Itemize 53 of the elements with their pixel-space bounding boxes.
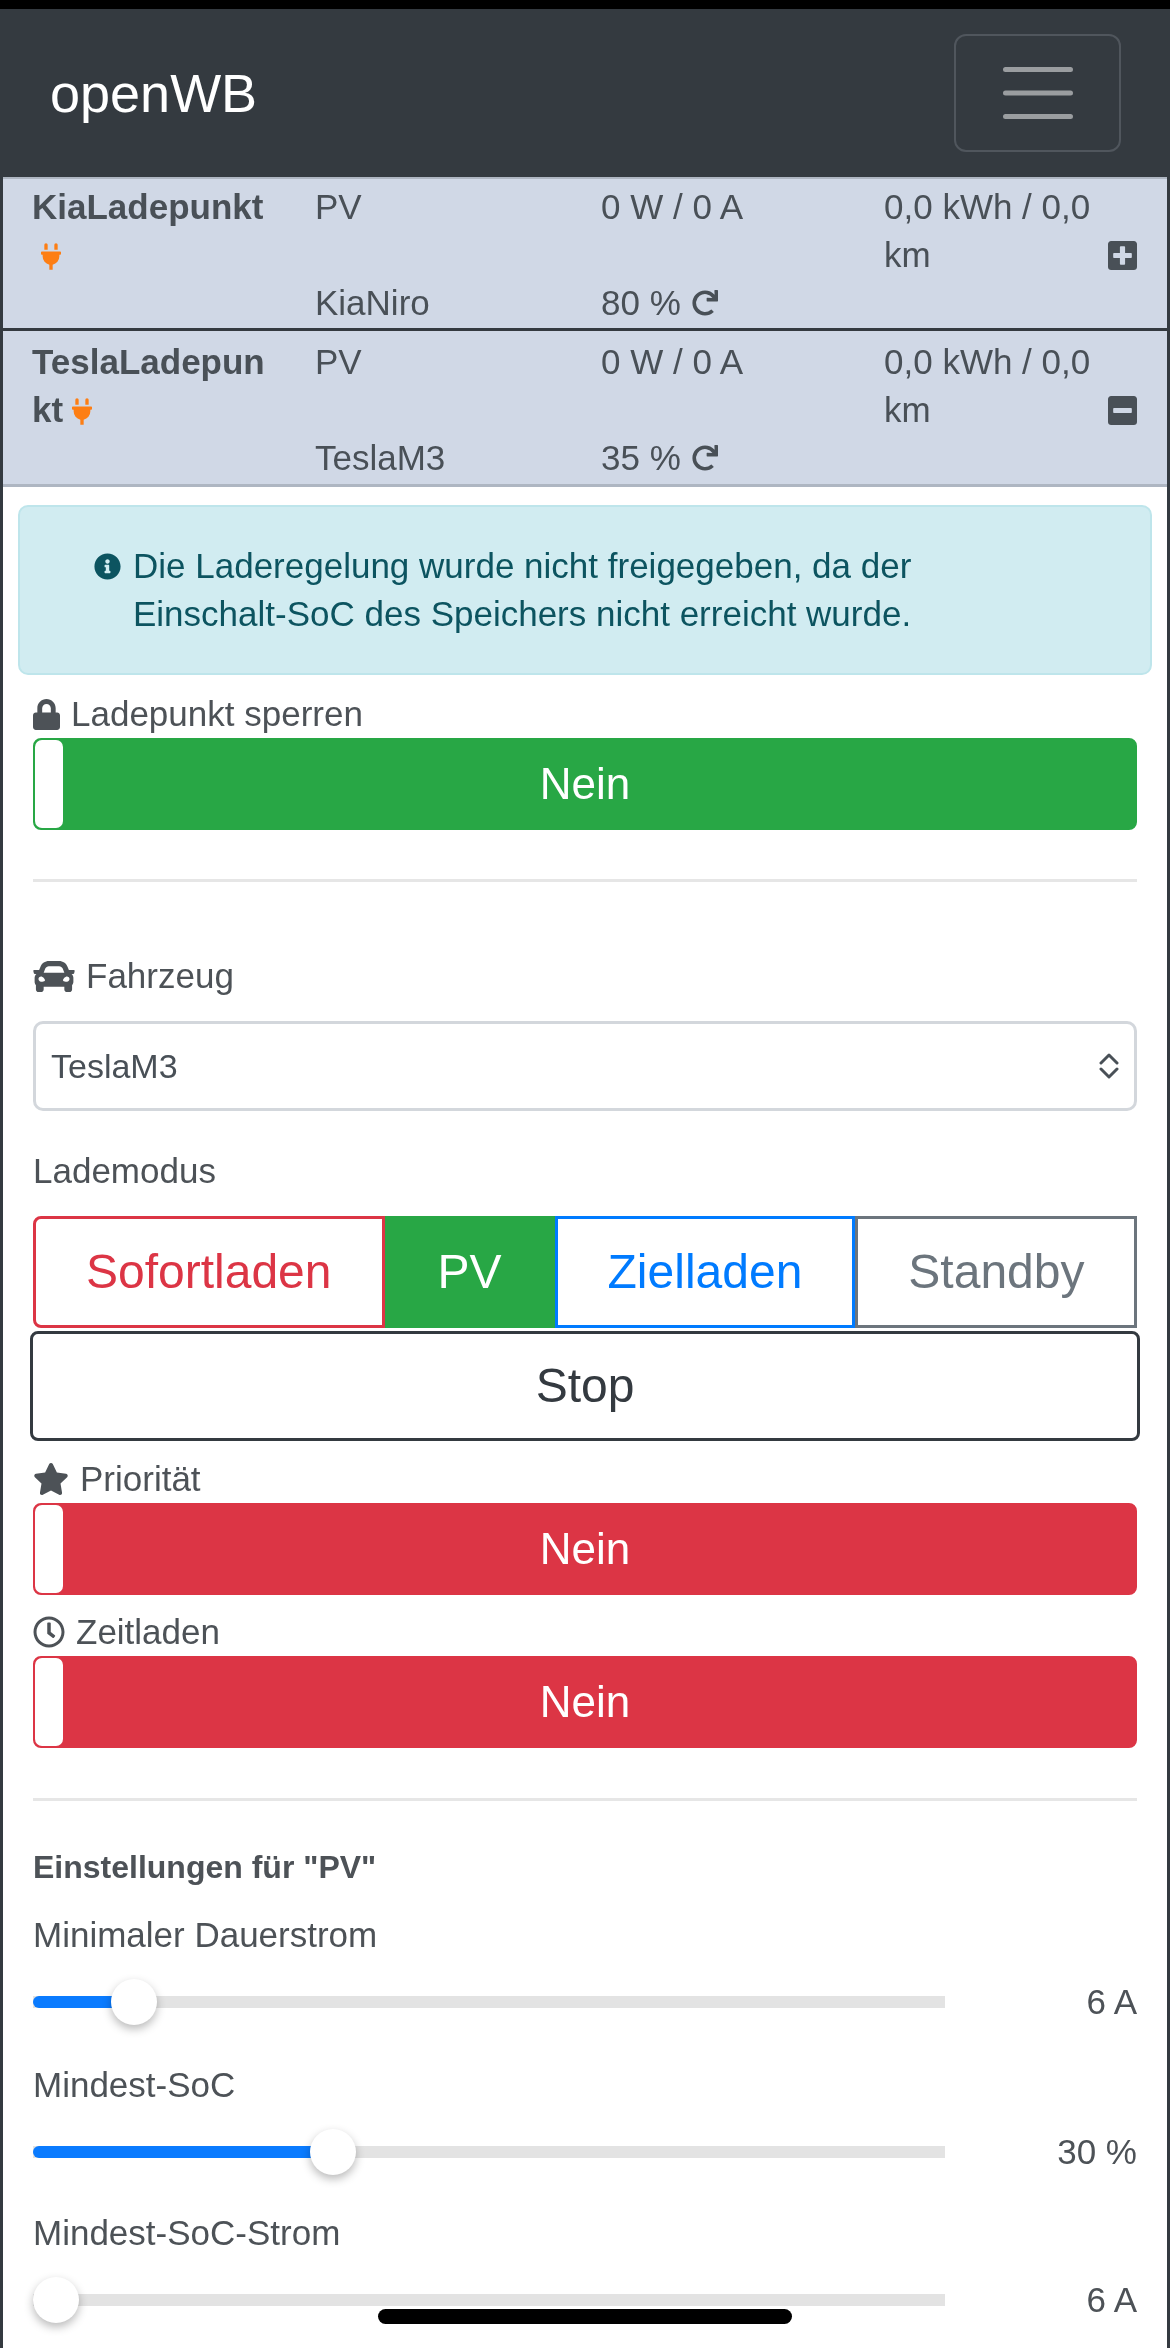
chevron-up-down-icon [1099, 1053, 1119, 1079]
mode-button[interactable]: Zielladen [554, 1216, 856, 1328]
clock-icon [33, 1616, 65, 1648]
menu-icon [1002, 67, 1073, 119]
charge-mode-text: PV [315, 341, 363, 383]
lock-icon [33, 698, 60, 730]
info-icon [94, 553, 121, 580]
toggle-switch[interactable]: Nein [33, 738, 1137, 830]
vehicle-name: KiaNiro [315, 282, 431, 324]
mode-button[interactable]: Stop [30, 1331, 1140, 1441]
slider-label: Minimaler Dauerstrom [33, 1914, 379, 1956]
slider-value: 30 % [1056, 2130, 1137, 2173]
mode-button[interactable]: Standby [855, 1216, 1138, 1328]
star-icon [33, 1463, 69, 1495]
field-label: Fahrzeug [86, 955, 234, 997]
slider-value: 6 A [1085, 2278, 1137, 2321]
slider-label: Mindest-SoC-Strom [33, 2212, 342, 2254]
section-title: Einstellungen für "PV" [33, 1848, 378, 1887]
soc-reading: 80 % [601, 282, 681, 324]
brand-title[interactable]: openWB [50, 52, 258, 134]
menu-button[interactable] [954, 34, 1121, 152]
toggle-switch[interactable]: Nein [33, 1503, 1137, 1595]
energy-reading: 0,0 kWh / 0,0 km [884, 186, 1092, 276]
charge-point-name: TeslaLadepunkt [32, 342, 265, 429]
switch-label: Zeitladen [76, 1611, 220, 1653]
slider-thumb[interactable] [110, 1979, 157, 2025]
slider-value: 6 A [1085, 1980, 1137, 2023]
soc-reading: 35 % [601, 437, 681, 479]
charge-point-row[interactable]: KiaLadepunkt PV 0 W / 0 A 0,0 kWh / 0,0 km KiaNiro 80 % [3, 177, 1167, 331]
switch-knob[interactable] [35, 1658, 63, 1746]
slider-label: Mindest-SoC [33, 2064, 237, 2106]
power-reading: 0 W / 0 A [601, 186, 744, 228]
slider-thumb[interactable] [310, 2129, 357, 2175]
switch-label: Priorität [80, 1458, 201, 1500]
switch-knob[interactable] [35, 1505, 63, 1593]
switch-knob[interactable] [35, 740, 63, 828]
refresh-icon[interactable] [691, 445, 718, 471]
power-reading: 0 W / 0 A [601, 341, 744, 383]
charge-point-row[interactable]: TeslaLadepunkt PV 0 W / 0 A 0,0 kWh / 0,0 km TeslaM3 35 % [3, 331, 1167, 487]
switch-label: Ladepunkt sperren [71, 693, 363, 735]
mode-button[interactable]: Sofortladen [33, 1216, 385, 1328]
vehicle-select[interactable]: TeslaM3 [33, 1021, 1137, 1111]
slider-thumb[interactable] [33, 2277, 79, 2323]
charge-mode-text: PV [315, 186, 363, 228]
car-icon [33, 960, 75, 992]
refresh-icon[interactable] [691, 290, 718, 316]
charge-point-name: KiaLadepunkt [32, 187, 264, 226]
toggle-switch[interactable]: Nein [33, 1656, 1137, 1748]
vehicle-name: TeslaM3 [315, 437, 447, 479]
field-label: Lademodus [33, 1150, 217, 1192]
alert-message: Die Laderegelung wurde nicht freigegeben, da der Einschalt-SoC des Speichers nicht erreicht wurde. [133, 545, 913, 635]
energy-reading: 0,0 kWh / 0,0 km [884, 341, 1092, 431]
mode-button[interactable]: PV [384, 1216, 555, 1328]
